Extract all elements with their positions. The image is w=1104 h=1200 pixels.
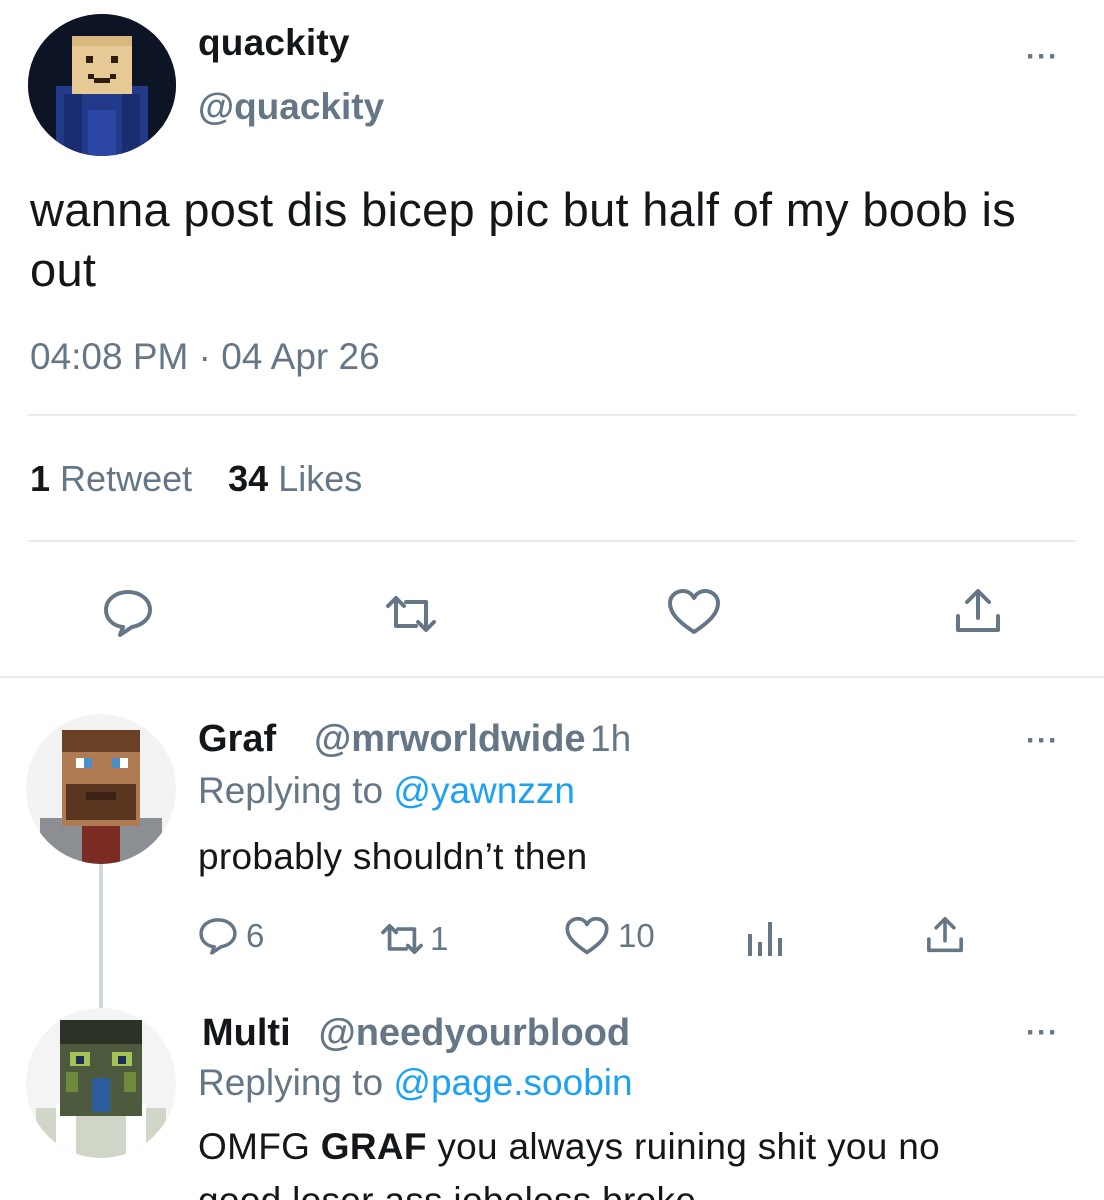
reply-icon	[199, 918, 237, 955]
mention-link[interactable]: @yawnzzn	[393, 770, 575, 811]
timestamp[interactable]: 1h	[590, 718, 631, 759]
retweet-count: 1	[30, 458, 51, 499]
handle[interactable]: @quackity	[198, 86, 384, 128]
retweet-icon[interactable]	[382, 594, 440, 634]
retweet-icon	[381, 923, 423, 955]
timestamp[interactable]: 04:08 PM · 04 Apr 26	[30, 336, 380, 378]
replying-to: Replying to @page.soobin	[198, 1062, 633, 1104]
retweet-label: Retweet	[60, 458, 193, 499]
share-icon	[927, 917, 963, 953]
engagement-stats: 1 Retweet 34 Likes	[30, 458, 362, 500]
likes-label: Likes	[278, 458, 363, 499]
analytics-icon	[748, 922, 782, 956]
more-options-icon[interactable]: ···	[1026, 40, 1059, 74]
more-options-icon[interactable]: ···	[1026, 1016, 1059, 1050]
reply-icon[interactable]	[102, 588, 154, 638]
retweet-count: 1	[430, 920, 449, 957]
divider	[0, 676, 1104, 678]
mention-link[interactable]: @page.soobin	[393, 1062, 632, 1103]
replying-prefix: Replying to	[198, 1062, 384, 1103]
divider	[28, 540, 1076, 542]
reply-text-bold: GRAF	[320, 1126, 427, 1167]
likes-count: 34	[228, 458, 269, 499]
share-icon[interactable]	[952, 586, 1004, 636]
retweet-action[interactable]: 1	[378, 920, 448, 958]
reply-text-part: you always ruining shit you no	[426, 1126, 940, 1167]
reply-count: 6	[246, 917, 265, 954]
reply-header: Multi @needyourblood	[202, 1012, 630, 1055]
display-name[interactable]: quackity	[198, 22, 350, 64]
like-action[interactable]: 10	[564, 916, 655, 956]
reply-action[interactable]: 6	[198, 916, 264, 956]
replying-prefix: Replying to	[198, 770, 384, 811]
handle[interactable]: @needyourblood	[319, 1012, 631, 1054]
share-action[interactable]	[924, 914, 966, 956]
analytics-action[interactable]	[746, 916, 786, 958]
retweet-stat[interactable]: 1 Retweet	[30, 458, 192, 499]
like-count: 10	[618, 917, 655, 954]
reply-text-line: good loser ass jobeless broke	[198, 1180, 696, 1200]
thread-line	[99, 864, 103, 1012]
avatar[interactable]	[26, 1008, 176, 1158]
reply-header: Graf @mrworldwide 1h	[198, 718, 631, 761]
display-name[interactable]: Multi	[202, 1012, 291, 1054]
display-name[interactable]: Graf	[198, 718, 276, 760]
reply-text-part: OMFG	[198, 1126, 321, 1167]
avatar[interactable]	[28, 14, 176, 156]
more-options-icon[interactable]: ···	[1026, 724, 1059, 758]
avatar[interactable]	[26, 714, 176, 864]
handle[interactable]: @mrworldwide	[314, 718, 585, 760]
replying-to: Replying to @yawnzzn	[198, 770, 575, 812]
like-icon[interactable]	[666, 588, 722, 636]
reply-text: probably shouldn’t then	[198, 836, 588, 877]
reply-text: OMFG GRAF you always ruining shit you no	[198, 1126, 940, 1168]
likes-stat[interactable]: 34 Likes	[228, 458, 362, 499]
like-icon	[565, 916, 609, 955]
divider	[28, 414, 1076, 416]
tweet-text: wanna post dis bicep pic but half of my …	[30, 183, 1016, 296]
